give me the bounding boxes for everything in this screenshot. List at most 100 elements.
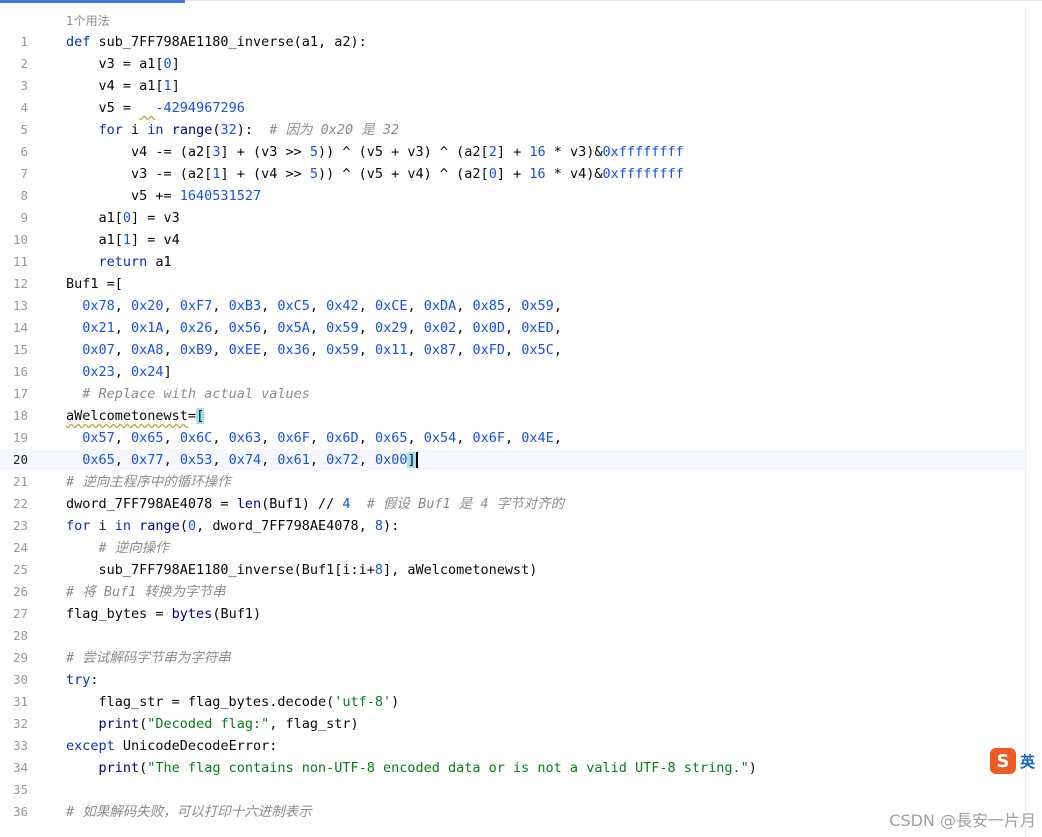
code-line[interactable]: 29 # 尝试解码字节串为字符串: [0, 647, 1026, 669]
code-token: 0x65: [82, 452, 115, 468]
code-token: 0x77: [131, 452, 164, 468]
usage-hint[interactable]: 1个用法: [66, 12, 110, 30]
code-line[interactable]: 25 sub_7FF798AE1180_inverse(Buf1[i:i+8],…: [0, 559, 1026, 581]
code-token: def: [66, 34, 99, 50]
code-line[interactable]: 31 flag_str = flag_bytes.decode('utf-8'): [0, 691, 1026, 713]
code-token: 0x72: [326, 452, 359, 468]
code-token: ,: [407, 342, 424, 358]
code-token: 32: [220, 122, 237, 138]
code-token: ,: [163, 298, 180, 314]
code-token: ,: [407, 320, 424, 336]
code-token: , dword_7FF798AE4078,: [196, 518, 375, 534]
line-number: 1: [20, 34, 28, 49]
code-token: ,: [163, 320, 180, 336]
code-line[interactable]: 15 0x07, 0xA8, 0xB9, 0xEE, 0x36, 0x59, 0…: [0, 339, 1026, 361]
line-number: 10: [12, 232, 28, 247]
code-token: 16: [529, 144, 546, 160]
code-token: 0x29: [374, 320, 408, 336]
code-token: 4: [342, 496, 351, 512]
code-token: ,: [407, 298, 424, 314]
code-line[interactable]: 12 Buf1 =[: [0, 273, 1026, 295]
code-line[interactable]: 10 a1[1] = v4: [0, 229, 1026, 251]
code-line[interactable]: 1 def sub_7FF798AE1180_inverse(a1, a2):: [0, 31, 1026, 53]
code-line[interactable]: 20 0x65, 0x77, 0x53, 0x74, 0x61, 0x72, 0…: [0, 449, 1026, 471]
code-line[interactable]: 36 # 如果解码失败，可以打印十六进制表示: [0, 801, 1026, 823]
line-number: 36: [12, 804, 28, 819]
line-text: v5 += 1640531527: [66, 185, 261, 207]
code-line[interactable]: 22 dword_7FF798AE4078 = len(Buf1) // 4 # …: [0, 493, 1026, 515]
code-token: 0xB9: [179, 342, 213, 358]
code-line[interactable]: 7 v3 -= (a2[1] + (v4 >> 5)) ^ (v5 + v4) …: [0, 163, 1026, 185]
code-line[interactable]: 30 try:: [0, 669, 1026, 691]
code-line[interactable]: 14 0x21, 0x1A, 0x26, 0x56, 0x5A, 0x59, 0…: [0, 317, 1026, 339]
code-token: ] + (v4 >>: [220, 166, 310, 182]
line-text: try:: [66, 669, 99, 691]
code-token: 0xB3: [228, 298, 262, 314]
code-token: -4294967296: [155, 100, 245, 116]
csdn-watermark: CSDN @長安一片月: [889, 811, 1036, 830]
code-editor[interactable]: 1 def sub_7FF798AE1180_inverse(a1, a2): 2 …: [0, 31, 1026, 823]
code-line[interactable]: 24 # 逆向操作: [0, 537, 1026, 559]
code-line[interactable]: 35: [0, 779, 1026, 801]
code-token: ] = v3: [131, 210, 180, 226]
line-number: 15: [12, 342, 28, 357]
line-number: 7: [20, 166, 28, 181]
code-line[interactable]: 27 flag_bytes = bytes(Buf1): [0, 603, 1026, 625]
code-line[interactable]: 26 # 将 Buf1 转换为字节串: [0, 581, 1026, 603]
code-line[interactable]: 19 0x57, 0x65, 0x6C, 0x63, 0x6F, 0x6D, 0…: [0, 427, 1026, 449]
line-number: 5: [20, 122, 28, 137]
code-token: (: [179, 518, 188, 534]
code-line[interactable]: 23 for i in range(0, dword_7FF798AE4078, …: [0, 515, 1026, 537]
line-text: flag_str = flag_bytes.decode('utf-8'): [66, 691, 400, 713]
code-token: 0x56: [228, 320, 262, 336]
code-line[interactable]: 33 except UnicodeDecodeError:: [0, 735, 1026, 757]
code-line[interactable]: 21 # 逆向主程序中的循环操作: [0, 471, 1026, 493]
code-token: ], aWelcometonewst): [383, 562, 538, 578]
code-token: ] + (v3 >>: [220, 144, 310, 160]
code-line[interactable]: 16 0x23, 0x24]: [0, 361, 1026, 383]
line-text: dword_7FF798AE4078 = len(Buf1) // 4 # 假设…: [66, 493, 564, 515]
line-number: 11: [12, 254, 28, 269]
code-line[interactable]: 9 a1[0] = v3: [0, 207, 1026, 229]
code-token: ,: [163, 430, 180, 446]
code-token: ,: [456, 320, 473, 336]
code-line[interactable]: 11 return a1: [0, 251, 1026, 273]
code-token: ,: [261, 298, 278, 314]
code-line[interactable]: 6 v4 -= (a2[3] + (v3 >> 5)) ^ (v5 + v3) …: [0, 141, 1026, 163]
code-token: for: [66, 518, 99, 534]
code-line[interactable]: 5 for i in range(32): # 因为 0x20 是 32: [0, 119, 1026, 141]
code-token: 1: [163, 78, 172, 94]
code-token: ,: [212, 342, 229, 358]
code-line[interactable]: 2 v3 = a1[0]: [0, 53, 1026, 75]
ime-mode-label: 英: [1020, 752, 1036, 771]
line-text: v5 = -4294967296: [66, 97, 245, 119]
code-line[interactable]: 17 # Replace with actual values: [0, 383, 1026, 405]
code-token: ,: [456, 342, 473, 358]
code-token: 1640531527: [179, 188, 262, 204]
code-token: 0x4E: [521, 430, 554, 446]
line-number: 3: [20, 78, 28, 93]
code-line[interactable]: 18 aWelcometonewst=[: [0, 405, 1026, 427]
ime-indicator[interactable]: S 英: [990, 746, 1042, 776]
editor-scrollbar[interactable]: [1025, 8, 1042, 837]
code-token: for: [66, 122, 132, 138]
code-token: ,: [358, 320, 375, 336]
code-line[interactable]: 4 v5 = -4294967296: [0, 97, 1026, 119]
code-line[interactable]: 3 v4 = a1[1]: [0, 75, 1026, 97]
code-line[interactable]: 28: [0, 625, 1026, 647]
code-line[interactable]: 8 v5 += 1640531527: [0, 185, 1026, 207]
code-token: # Replace with actual values: [82, 386, 310, 402]
code-token: 0x57: [82, 430, 115, 446]
code-token: 8: [374, 562, 383, 578]
line-text: v4 -= (a2[3] + (v3 >> 5)) ^ (v5 + v3) ^ …: [66, 141, 684, 163]
code-line[interactable]: 13 0x78, 0x20, 0xF7, 0xB3, 0xC5, 0x42, 0…: [0, 295, 1026, 317]
code-token: 5: [309, 166, 318, 182]
line-text: a1[1] = v4: [66, 229, 180, 251]
code-token: 0x87: [423, 342, 457, 358]
code-line[interactable]: 32 print("Decoded flag:", flag_str): [0, 713, 1026, 735]
code-line[interactable]: 34 print("The flag contains non-UTF-8 en…: [0, 757, 1026, 779]
code-token: print: [98, 716, 140, 732]
line-number: 32: [12, 716, 28, 731]
code-token: 0x02: [423, 320, 457, 336]
